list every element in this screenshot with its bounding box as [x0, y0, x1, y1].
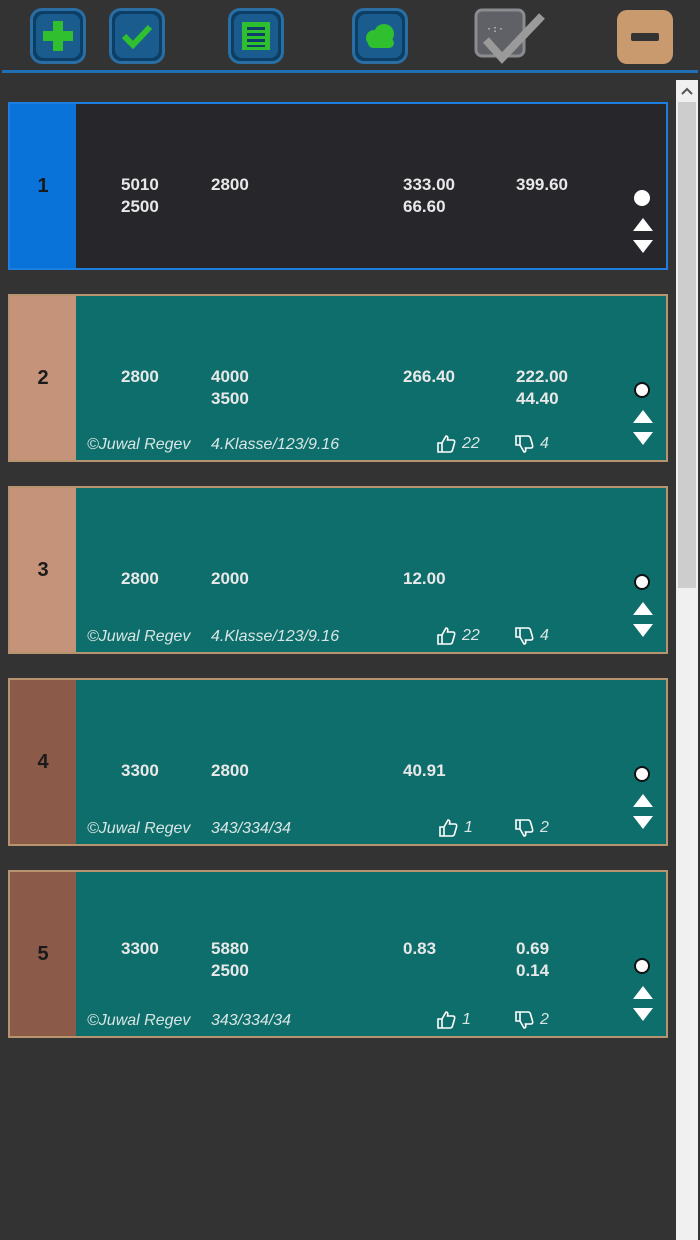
- select-radio[interactable]: [634, 574, 650, 590]
- value-col3: 40.91: [403, 761, 446, 780]
- reorder-arrows-icon[interactable]: [632, 410, 654, 448]
- like-button[interactable]: 1: [438, 818, 473, 838]
- reference-text: 343/334/34: [211, 820, 292, 837]
- dislike-button[interactable]: 4: [514, 434, 549, 454]
- list-item[interactable]: 5 3300 5880 2500 0.83 0.69 0.14 ©Juwal R…: [8, 870, 668, 1038]
- svg-text:·:·: ·:·: [486, 24, 504, 35]
- item-number: 3: [10, 488, 76, 652]
- item-body: 3300 2800 40.91 ©Juwal Regev 343/334/34 …: [76, 680, 666, 844]
- value-col1: 5010 2500: [121, 175, 159, 216]
- value-col3: 12.00: [403, 569, 446, 588]
- value-col3: 266.40: [403, 367, 455, 386]
- author-text: ©Juwal Regev: [87, 436, 191, 453]
- item-number: 1: [10, 104, 76, 268]
- dislike-count: 2: [540, 1011, 549, 1028]
- item-body: 2800 2000 12.00 ©Juwal Regev 4.Klasse/12…: [76, 488, 666, 652]
- thumbs-up-icon: [437, 1011, 456, 1029]
- list-item[interactable]: 2 2800 4000 3500 266.40 222.00 44.40 ©Ju…: [8, 294, 668, 462]
- dislike-button[interactable]: 2: [514, 818, 549, 838]
- value-col3: 333.00 66.60: [403, 175, 455, 216]
- grade-icon: ·:·: [474, 8, 545, 64]
- scrollbar[interactable]: [676, 80, 698, 1240]
- value-col3: 0.83: [403, 939, 437, 958]
- value-col2: 4000 3500: [211, 367, 249, 408]
- reorder-arrows-icon[interactable]: [632, 602, 654, 640]
- select-radio[interactable]: [634, 382, 650, 398]
- item-number: 4: [10, 680, 76, 844]
- thumbs-up-icon: [439, 819, 458, 837]
- value-col2: 2800: [211, 175, 249, 194]
- item-number: 2: [10, 296, 76, 460]
- toolbar: ·:·: [0, 0, 700, 72]
- minimize-icon: [631, 33, 659, 41]
- author-text: ©Juwal Regev: [87, 628, 191, 645]
- check-icon: [115, 14, 159, 58]
- thumbs-up-icon: [437, 435, 456, 453]
- like-button[interactable]: 22: [436, 626, 480, 646]
- plus-icon: [36, 14, 80, 58]
- add-button[interactable]: [30, 8, 86, 64]
- like-count: 22: [462, 435, 480, 452]
- item-body: 3300 5880 2500 0.83 0.69 0.14 ©Juwal Reg…: [76, 872, 666, 1036]
- reference-text: 343/334/34: [211, 1012, 292, 1029]
- cloud-button[interactable]: [352, 8, 408, 64]
- list-button[interactable]: [228, 8, 284, 64]
- like-count: 1: [462, 1011, 471, 1028]
- dislike-count: 2: [540, 819, 549, 836]
- reference-text: 4.Klasse/123/9.16: [211, 436, 340, 453]
- select-radio[interactable]: [634, 190, 650, 206]
- value-col2: 2800: [211, 761, 249, 780]
- item-body: 2800 4000 3500 266.40 222.00 44.40 ©Juwa…: [76, 296, 666, 460]
- cloud-icon: [358, 14, 402, 58]
- list-icon: [234, 14, 278, 58]
- reorder-arrows-icon[interactable]: [632, 986, 654, 1024]
- dislike-button[interactable]: 2: [514, 1010, 549, 1030]
- value-col1: 3300: [121, 939, 159, 958]
- like-count: 22: [462, 627, 480, 644]
- thumbs-down-icon: [515, 819, 534, 837]
- dislike-count: 4: [540, 435, 549, 452]
- value-col1: 2800: [121, 367, 159, 386]
- item-number: 5: [10, 872, 76, 1036]
- check-button[interactable]: [109, 8, 165, 64]
- scroll-thumb[interactable]: [678, 102, 696, 588]
- like-count: 1: [464, 819, 473, 836]
- list-item[interactable]: 3 2800 2000 12.00 ©Juwal Regev 4.Klasse/…: [8, 486, 668, 654]
- grade-button[interactable]: ·:·: [468, 6, 552, 68]
- author-text: ©Juwal Regev: [87, 820, 191, 837]
- item-body: 5010 2500 2800 333.00 66.60 399.60: [76, 104, 666, 268]
- thumbs-down-icon: [515, 435, 534, 453]
- like-button[interactable]: 1: [436, 1010, 471, 1030]
- list-item[interactable]: 1 5010 2500 2800 333.00 66.60 399.60: [8, 102, 668, 270]
- thumbs-down-icon: [515, 1011, 534, 1029]
- value-col1: 2800: [121, 569, 159, 588]
- minimize-button[interactable]: [617, 10, 673, 64]
- author-text: ©Juwal Regev: [87, 1012, 191, 1029]
- reorder-arrows-icon[interactable]: [632, 218, 654, 256]
- value-col4: 399.60: [516, 175, 568, 194]
- value-col2: 5880 2500: [211, 939, 249, 980]
- select-radio[interactable]: [634, 958, 650, 974]
- scroll-up-icon[interactable]: [676, 80, 698, 102]
- select-radio[interactable]: [634, 766, 650, 782]
- dislike-button[interactable]: 4: [514, 626, 549, 646]
- thumbs-up-icon: [437, 627, 456, 645]
- reorder-arrows-icon[interactable]: [632, 794, 654, 832]
- thumbs-down-icon: [515, 627, 534, 645]
- like-button[interactable]: 22: [436, 434, 480, 454]
- list-item[interactable]: 4 3300 2800 40.91 ©Juwal Regev 343/334/3…: [8, 678, 668, 846]
- toolbar-divider: [2, 70, 698, 73]
- dislike-count: 4: [540, 627, 549, 644]
- value-col4: 222.00 44.40: [516, 367, 568, 408]
- reference-text: 4.Klasse/123/9.16: [211, 628, 340, 645]
- value-col2: 2000: [211, 569, 249, 588]
- value-col1: 3300: [121, 761, 159, 780]
- value-col4: 0.69 0.14: [516, 939, 550, 980]
